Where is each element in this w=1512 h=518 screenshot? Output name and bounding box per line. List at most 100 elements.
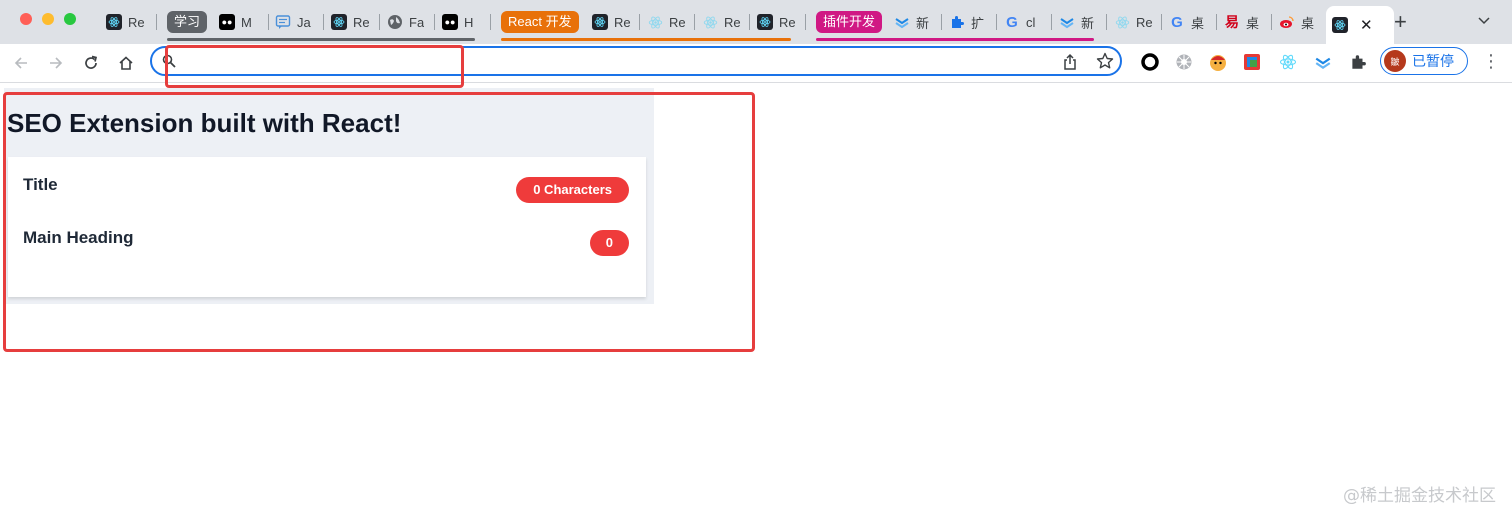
react-icon: [1332, 17, 1348, 33]
minimize-window-button[interactable]: [42, 13, 54, 25]
tab-label: Re: [128, 14, 145, 30]
more-menu-icon[interactable]: ⋮: [1482, 52, 1500, 70]
watermark: @稀土掘金技术社区: [1343, 486, 1496, 506]
globe-icon: [387, 14, 403, 30]
tab-separator: [1051, 14, 1052, 30]
tab-separator: [379, 14, 380, 30]
tab[interactable]: 易 桌: [1224, 8, 1266, 36]
tab-separator: [490, 14, 491, 30]
profile-button[interactable]: 皺 已暂停: [1380, 47, 1468, 75]
tab-label: H: [464, 14, 474, 30]
tab-separator: [268, 14, 269, 30]
yuque-extension-icon[interactable]: [1313, 52, 1333, 72]
tab-separator: [156, 14, 157, 30]
tab[interactable]: 扩: [949, 8, 991, 36]
tab-separator: [1161, 14, 1162, 30]
tab[interactable]: 桌: [1279, 8, 1321, 36]
puzzle-icon: [949, 14, 965, 30]
medium-icon: ●●: [442, 14, 458, 30]
tab-label: Re: [779, 14, 796, 30]
tab-label: Re: [724, 14, 741, 30]
tab[interactable]: Re: [1114, 8, 1156, 36]
extensions-puzzle-icon[interactable]: [1348, 52, 1368, 72]
home-button[interactable]: [115, 52, 137, 74]
tab-label: 桌: [1301, 15, 1315, 31]
tab-label: Ja: [297, 14, 311, 30]
tab[interactable]: Re: [647, 8, 689, 36]
tab[interactable]: Re: [702, 8, 744, 36]
tab-active[interactable]: ✕: [1326, 6, 1394, 44]
tab-group-study[interactable]: 学习: [167, 11, 208, 33]
yuque-icon: [894, 14, 910, 30]
tab-separator: [1271, 14, 1272, 30]
google-icon: G: [1006, 13, 1018, 31]
extension-gear-icon[interactable]: [1174, 52, 1194, 72]
tab[interactable]: Re: [331, 8, 373, 36]
profile-status-label: 已暂停: [1412, 53, 1454, 69]
tab-group-react-underline: [501, 38, 791, 41]
tab-group-extension[interactable]: 插件开发: [816, 11, 883, 33]
bookmark-star-icon[interactable]: [1096, 52, 1114, 75]
new-tab-button[interactable]: +: [1394, 11, 1407, 33]
react-light-icon: [702, 14, 718, 30]
tab-separator: [1106, 14, 1107, 30]
tab-label: 新: [916, 15, 930, 31]
tab[interactable]: ●● H: [442, 8, 484, 36]
extension-color-icon[interactable]: [1242, 52, 1262, 72]
tab-label: Re: [669, 14, 686, 30]
reload-icon: [85, 55, 98, 69]
react-light-icon: [1114, 14, 1130, 30]
close-tab-icon[interactable]: ✕: [1360, 16, 1373, 34]
tab[interactable]: Re: [106, 8, 148, 36]
tab-group-react[interactable]: React 开发: [501, 11, 579, 33]
tab-separator: [323, 14, 324, 30]
tab-label: 桌: [1246, 15, 1260, 31]
tab-label: Re: [614, 14, 631, 30]
google-icon: G: [1171, 13, 1183, 31]
tab[interactable]: G cl: [1004, 8, 1046, 36]
tab-separator: [639, 14, 640, 30]
avatar: 皺: [1384, 50, 1406, 72]
react-icon: [757, 14, 773, 30]
tab-label: M: [241, 14, 252, 30]
weibo-icon: [1279, 14, 1295, 30]
arrow-left-icon: [14, 57, 27, 69]
medium-icon: ●●: [219, 14, 235, 30]
tab[interactable]: Ja: [275, 8, 317, 36]
tab[interactable]: 新: [1059, 8, 1101, 36]
tab[interactable]: Re: [757, 8, 799, 36]
maximize-window-button[interactable]: [64, 13, 76, 25]
tab-label: 桌: [1191, 15, 1205, 31]
back-button[interactable]: [10, 52, 32, 74]
chat-icon: [275, 14, 291, 30]
extension-avatar-icon[interactable]: [1208, 52, 1228, 72]
react-icon: [106, 14, 122, 30]
tab-label: Fa: [409, 14, 425, 30]
tab-strip: Re 学习 ●● M Ja Re Fa ●● H React 开发 Re Re …: [0, 0, 1512, 44]
tab-separator: [434, 14, 435, 30]
share-icon[interactable]: [1062, 53, 1078, 76]
tab-label: Re: [1136, 14, 1153, 30]
tab-label: Re: [353, 14, 370, 30]
extension-ring-icon[interactable]: [1140, 52, 1160, 72]
tab-label: 新: [1081, 15, 1095, 31]
tab[interactable]: 新: [894, 8, 936, 36]
tab-separator: [941, 14, 942, 30]
react-icon: [331, 14, 347, 30]
home-icon: [119, 56, 133, 70]
popup-highlight-box: [3, 92, 755, 352]
react-devtools-icon[interactable]: [1278, 52, 1298, 72]
react-light-icon: [647, 14, 663, 30]
tab-label: 扩: [971, 15, 985, 31]
reload-button[interactable]: [80, 52, 102, 74]
tab[interactable]: Re: [592, 8, 634, 36]
close-window-button[interactable]: [20, 13, 32, 25]
netease-icon: 易: [1225, 14, 1239, 30]
forward-button[interactable]: [45, 52, 67, 74]
tab[interactable]: ●● M: [219, 8, 261, 36]
tab-separator: [996, 14, 997, 30]
tab-search-chevron-icon[interactable]: [1478, 14, 1490, 28]
tab[interactable]: Fa: [387, 8, 429, 36]
tab[interactable]: G 桌: [1169, 8, 1211, 36]
tab-separator: [749, 14, 750, 30]
